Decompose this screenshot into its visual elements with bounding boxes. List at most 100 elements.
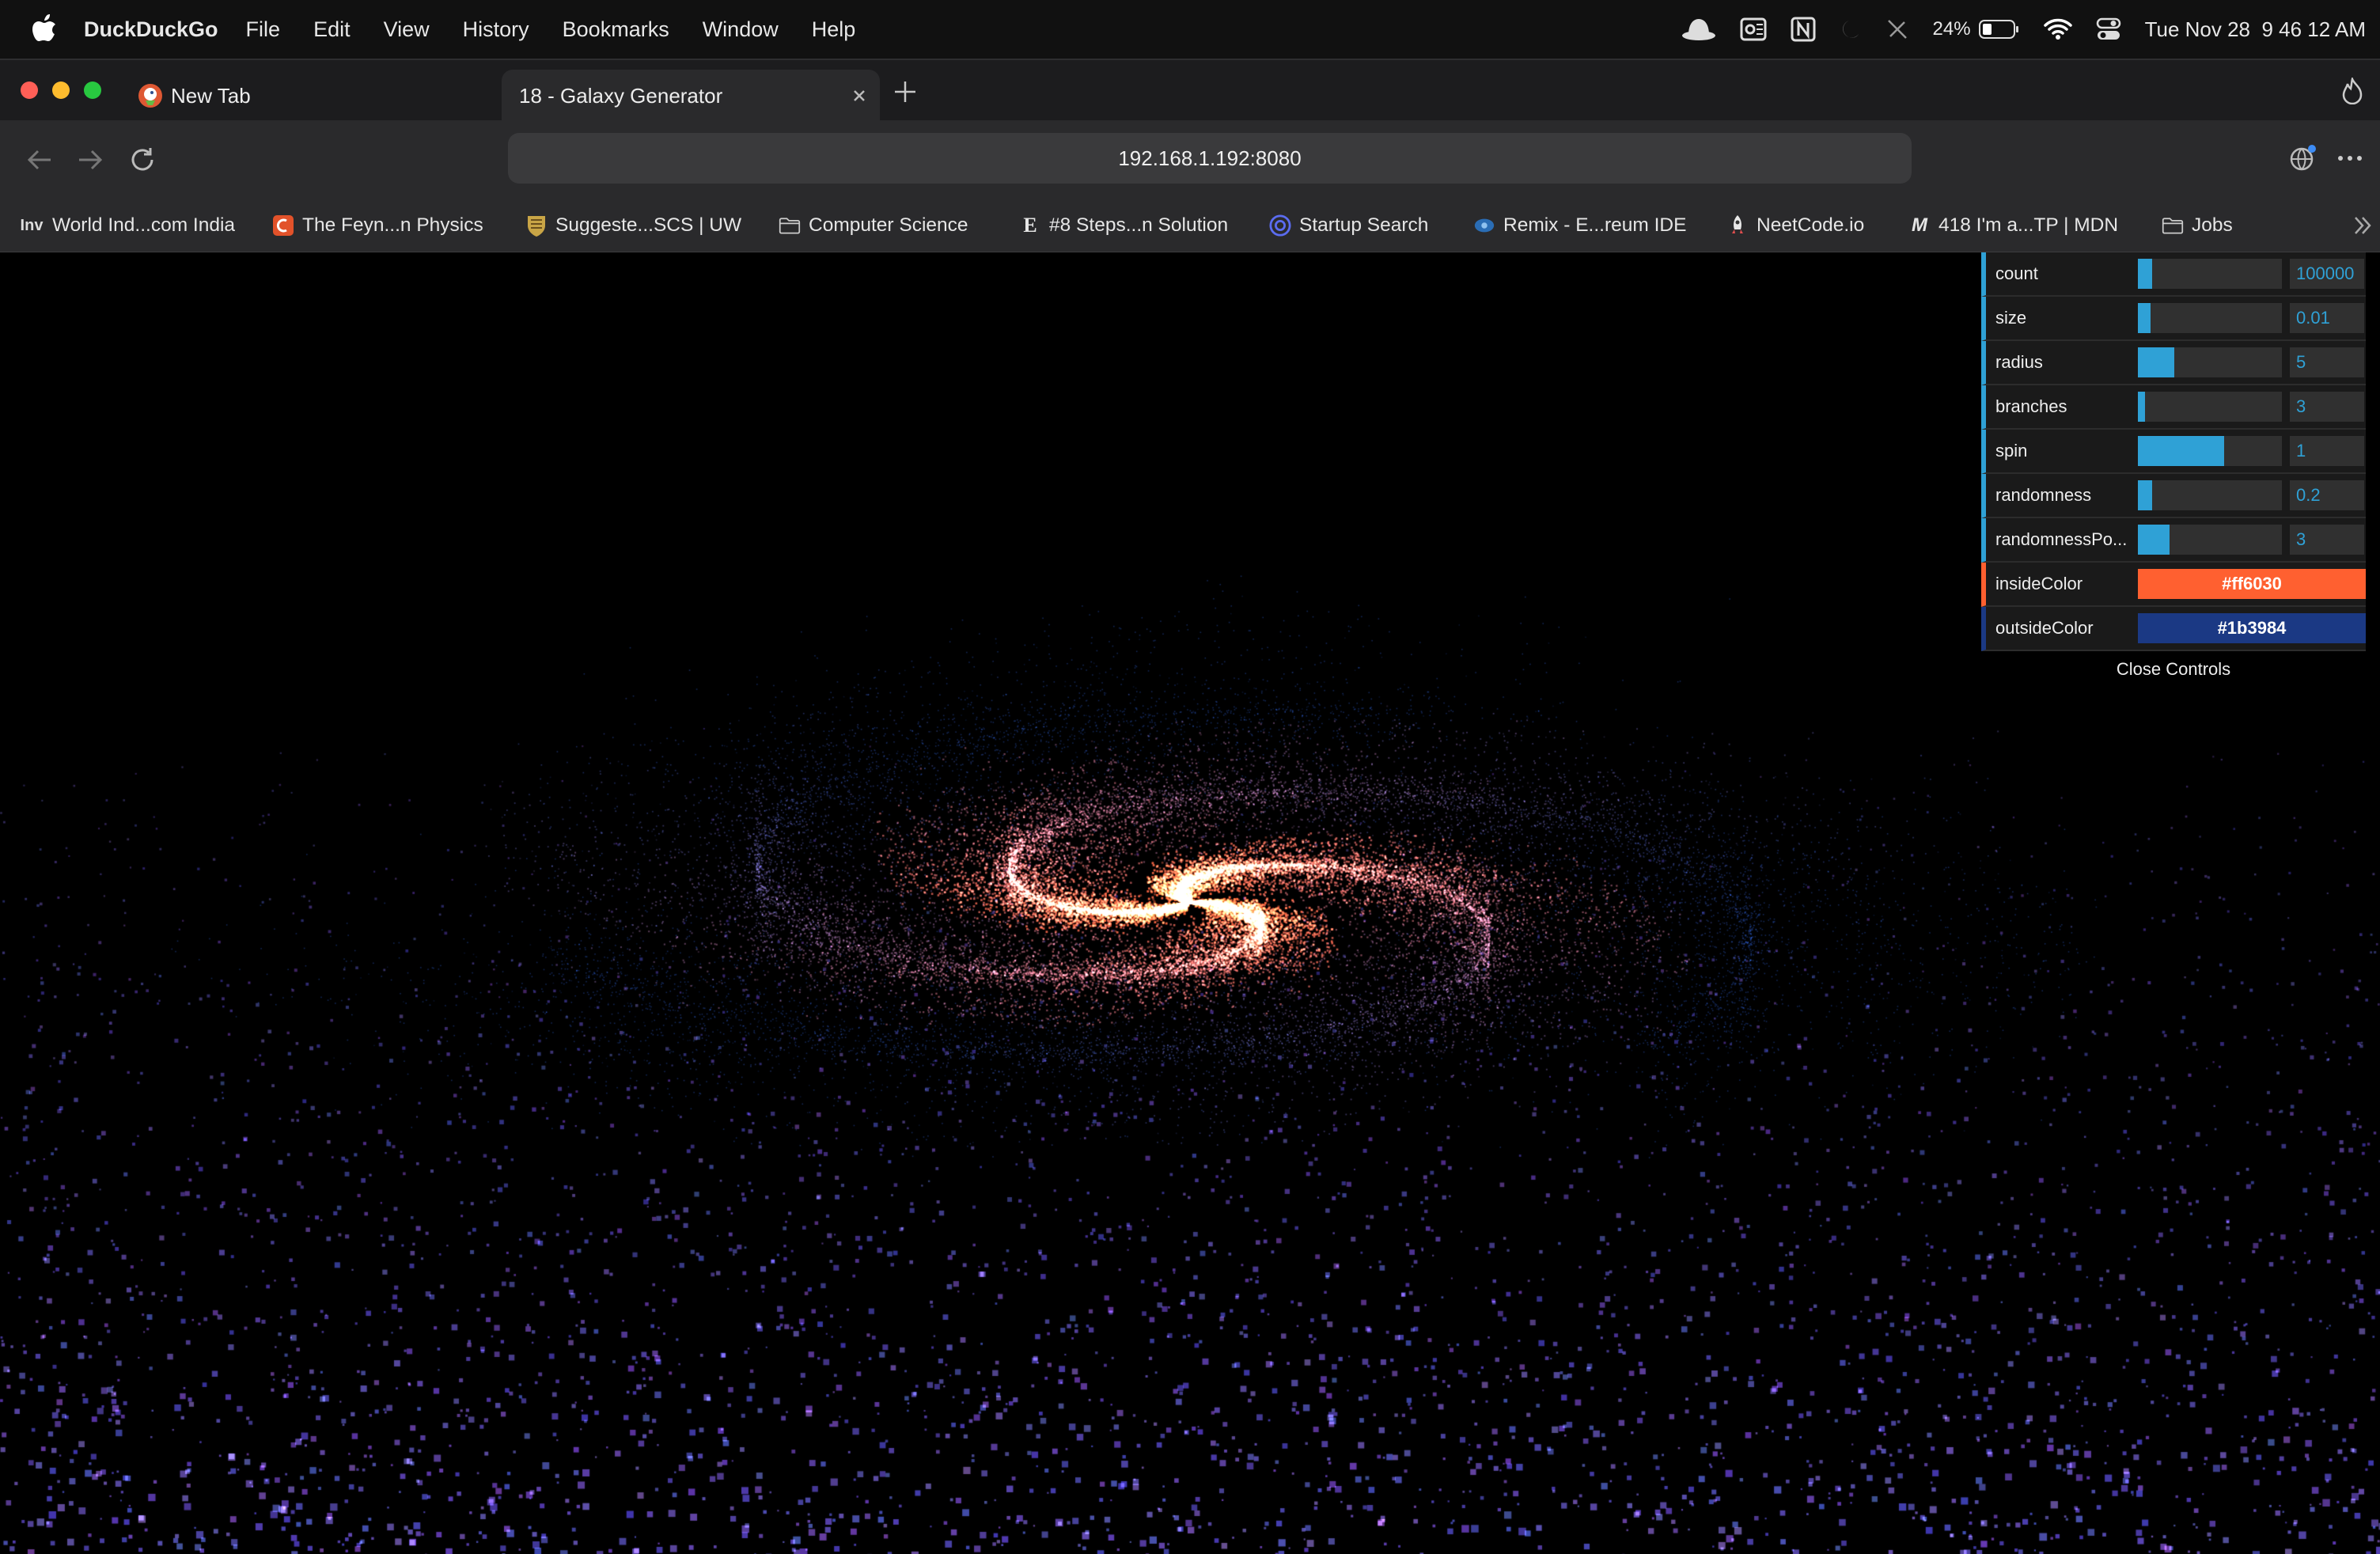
- close-window-button[interactable]: [21, 81, 38, 99]
- wifi-icon[interactable]: [2043, 18, 2072, 40]
- controls-panel: count 100000 size 0.01 radius 5 branches…: [1981, 252, 2366, 688]
- minimize-window-button[interactable]: [52, 81, 70, 99]
- webgl-viewport[interactable]: count 100000 size 0.01 radius 5 branches…: [0, 252, 2380, 1554]
- count-slider[interactable]: [2138, 259, 2282, 289]
- control-center-icon[interactable]: [2096, 17, 2121, 42]
- control-label: randomnessPo...: [1995, 529, 2128, 549]
- menu-help[interactable]: Help: [795, 17, 873, 42]
- control-radius: radius 5: [1981, 341, 2366, 385]
- tab-label: New Tab: [171, 83, 251, 108]
- menu-file[interactable]: File: [229, 17, 298, 42]
- inside-color-swatch[interactable]: #ff6030: [2138, 569, 2366, 599]
- moon-icon[interactable]: [1840, 18, 1862, 40]
- menu-history[interactable]: History: [446, 17, 546, 42]
- notion-icon[interactable]: [1791, 17, 1816, 42]
- control-label: insideColor: [1995, 574, 2083, 593]
- pen-off-icon[interactable]: [1885, 17, 1909, 41]
- randomness-power-slider[interactable]: [2138, 525, 2282, 555]
- menu-bookmarks[interactable]: Bookmarks: [546, 17, 686, 42]
- branches-input[interactable]: 3: [2290, 392, 2364, 422]
- slider-fill: [2138, 436, 2225, 466]
- randomness-input[interactable]: 0.2: [2290, 480, 2364, 510]
- spin-input[interactable]: 1: [2290, 436, 2364, 466]
- battery-icon: [1978, 20, 2018, 39]
- outside-color-swatch[interactable]: #1b3984: [2138, 613, 2366, 643]
- slider-fill: [2138, 525, 2170, 555]
- bookmark-label: Startup Search: [1299, 214, 1429, 236]
- radius-input[interactable]: 5: [2290, 347, 2364, 377]
- control-outside-color: outsideColor #1b3984: [1981, 607, 2366, 651]
- toolbar: 192.168.1.192:8080: [0, 120, 2380, 199]
- control-randomness-power: randomnessPo... 3: [1981, 518, 2366, 563]
- randomness-slider[interactable]: [2138, 480, 2282, 510]
- close-controls-button[interactable]: Close Controls: [1981, 651, 2366, 688]
- hat-icon[interactable]: [1681, 17, 1716, 41]
- randomness-power-input[interactable]: 3: [2290, 525, 2364, 555]
- bookmark-neetcode[interactable]: NeetCode.io: [1726, 199, 1864, 252]
- count-input[interactable]: 100000: [2290, 259, 2364, 289]
- privacy-dashboard-icon[interactable]: [2288, 144, 2317, 172]
- bookmark-label: #8 Steps...n Solution: [1049, 214, 1229, 236]
- bookmark-startup-search[interactable]: Startup Search: [1269, 199, 1428, 252]
- bookmark-label: Suggeste...SCS | UW: [555, 214, 742, 236]
- reload-button[interactable]: [128, 146, 157, 174]
- bookmark-remix[interactable]: Remix - E...reum IDE: [1473, 199, 1686, 252]
- slider-fill: [2138, 259, 2153, 289]
- menu-view[interactable]: View: [367, 17, 446, 42]
- close-tab-icon[interactable]: [851, 88, 867, 104]
- menu-edit[interactable]: Edit: [297, 17, 367, 42]
- control-label: spin: [1995, 441, 2028, 461]
- control-spin: spin 1: [1981, 430, 2366, 474]
- control-label: radius: [1995, 352, 2043, 372]
- address-bar[interactable]: 192.168.1.192:8080: [508, 133, 1912, 184]
- forward-button[interactable]: [76, 146, 104, 174]
- new-tab-button[interactable]: [892, 79, 918, 104]
- more-bookmarks-icon[interactable]: [2353, 215, 2372, 236]
- spin-slider[interactable]: [2138, 436, 2282, 466]
- control-label: branches: [1995, 396, 2067, 416]
- control-label: outsideColor: [1995, 618, 2094, 638]
- feynman-icon: [272, 214, 294, 237]
- app-name[interactable]: DuckDuckGo: [84, 17, 218, 42]
- bookmark-8-steps[interactable]: E #8 Steps...n Solution: [1019, 199, 1228, 252]
- bookmark-label: Computer Science: [809, 214, 968, 236]
- bookmark-mdn[interactable]: M 418 I'm a...TP | MDN: [1908, 199, 2118, 252]
- control-label: randomness: [1995, 485, 2092, 505]
- bookmark-feynman[interactable]: The Feyn...n Physics: [272, 199, 483, 252]
- mdn-icon: M: [1912, 214, 1927, 236]
- control-label: size: [1995, 308, 2027, 328]
- outlook-icon[interactable]: [1740, 17, 1767, 42]
- menu-window[interactable]: Window: [686, 17, 795, 42]
- tab-new-tab[interactable]: New Tab: [138, 70, 251, 122]
- battery-percent: 24%: [1932, 18, 1971, 40]
- radius-slider[interactable]: [2138, 347, 2282, 377]
- bookmark-label: Jobs: [2192, 214, 2233, 236]
- bookmark-label: The Feyn...n Physics: [302, 214, 483, 236]
- fire-button-icon[interactable]: [2340, 78, 2364, 104]
- bookmark-world-ind[interactable]: Inv World Ind...com India: [19, 199, 236, 252]
- bookmark-label: World Ind...com India: [52, 214, 236, 236]
- control-inside-color: insideColor #ff6030: [1981, 563, 2366, 607]
- folder-icon: [779, 214, 801, 237]
- control-count: count 100000: [1981, 252, 2366, 297]
- control-size: size 0.01: [1981, 297, 2366, 341]
- bookmark-jobs[interactable]: Jobs: [2162, 199, 2233, 252]
- control-randomness: randomness 0.2: [1981, 474, 2366, 518]
- url-text: 192.168.1.192:8080: [1118, 146, 1302, 170]
- clock[interactable]: Tue Nov 28 9 46 12 AM: [2145, 17, 2366, 42]
- apple-icon[interactable]: [28, 13, 60, 45]
- search-icon: [1269, 214, 1291, 237]
- zoom-window-button[interactable]: [84, 81, 101, 99]
- size-input[interactable]: 0.01: [2290, 303, 2364, 333]
- size-slider[interactable]: [2138, 303, 2282, 333]
- battery-status[interactable]: 24%: [1933, 18, 2020, 40]
- bookmark-computer-science[interactable]: Computer Science: [779, 199, 968, 252]
- branches-slider[interactable]: [2138, 392, 2282, 422]
- slider-fill: [2138, 392, 2146, 422]
- more-options-icon[interactable]: [2334, 144, 2366, 172]
- bookmark-suggested-scs[interactable]: Suggeste...SCS | UW: [525, 199, 741, 252]
- tab-bar: New Tab 18 - Galaxy Generator: [0, 59, 2380, 122]
- tab-galaxy-generator[interactable]: 18 - Galaxy Generator: [502, 70, 880, 122]
- shield-icon: [525, 214, 548, 237]
- back-button[interactable]: [25, 146, 54, 174]
